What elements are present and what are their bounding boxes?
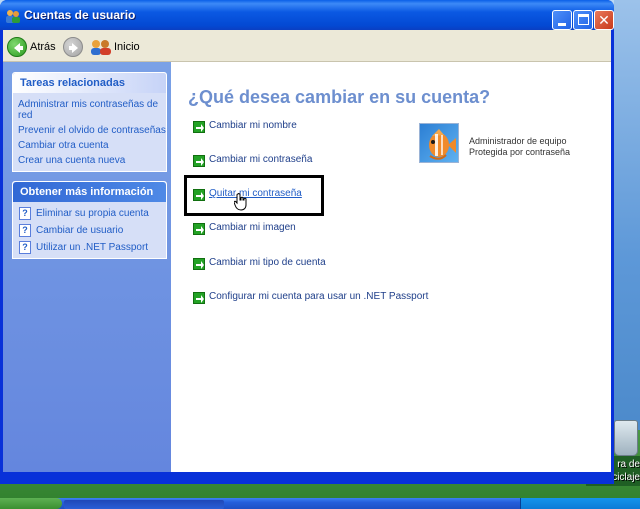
maximize-button[interactable] [573,10,593,30]
green-arrow-icon [193,292,205,304]
account-type-label: Administrador de equipo [469,136,567,146]
task-create-new-account[interactable]: Crear una cuenta nueva [18,155,125,166]
user-accounts-icon [6,10,20,23]
info-item-label: Utilizar un .NET Passport [36,242,149,253]
page-heading: ¿Qué desea cambiar en su cuenta? [188,87,491,107]
option-label: Configurar mi cuenta para usar un .NET P… [209,291,429,302]
option-label: Cambiar mi tipo de cuenta [209,257,326,268]
user-accounts-home-icon[interactable] [90,39,112,55]
toolbar: Atrás Inicio [3,30,611,62]
forward-button[interactable] [63,37,83,57]
info-item-label: Eliminar su propia cuenta [36,208,149,219]
taskbar-window-button[interactable] [64,500,224,509]
minimize-icon [558,23,566,26]
back-label[interactable]: Atrás [30,41,56,53]
maximize-icon [578,14,589,25]
forward-arrow-icon [69,43,78,53]
account-status-label: Protegida por contraseña [469,147,571,157]
more-info-header[interactable]: Obtener más información [13,182,166,202]
user-accounts-window: Cuentas de usuario ✕ Atrás Inicio Tareas… [0,0,614,484]
help-icon: ? [19,207,31,220]
hand-cursor-icon [234,193,247,211]
start-button[interactable] [0,498,62,509]
green-arrow-icon [193,155,205,167]
green-arrow-icon [193,223,205,235]
help-icon: ? [19,241,31,254]
close-button[interactable]: ✕ [594,10,614,30]
desktop-wallpaper-edge [614,0,640,430]
info-item-label: Cambiar de usuario [36,225,124,236]
option-label: Cambiar mi imagen [209,222,296,233]
option-label: Cambiar mi contraseña [209,154,313,165]
back-button[interactable] [7,37,27,57]
fish-icon [429,129,456,160]
recycle-bin-icon[interactable] [614,420,638,456]
title-bar[interactable]: Cuentas de usuario ✕ [0,0,614,30]
home-label[interactable]: Inicio [114,41,140,53]
back-arrow-icon [14,43,23,53]
system-tray [520,498,640,509]
green-arrow-icon [193,258,205,270]
task-prevent-forgotten-password[interactable]: Prevenir el olvido de contraseñas [18,125,166,136]
minimize-button[interactable] [552,10,572,30]
green-arrow-icon [193,121,205,133]
help-icon: ? [19,224,31,237]
task-pane: Tareas relacionadas Administrar mis cont… [3,62,171,472]
related-tasks-box: Tareas relacionadas Administrar mis cont… [12,72,167,172]
highlight-box [184,175,324,216]
option-label: Cambiar mi nombre [209,120,297,131]
task-change-other-account[interactable]: Cambiar otra cuenta [18,140,109,151]
window-title: Cuentas de usuario [24,8,136,22]
more-info-box: Obtener más información ? Eliminar su pr… [12,181,167,259]
related-tasks-header[interactable]: Tareas relacionadas [13,73,166,93]
close-icon: ✕ [598,12,610,28]
main-content: ¿Qué desea cambiar en su cuenta? Cambiar… [171,62,611,472]
task-manage-network-passwords[interactable]: Administrar mis contraseñas de red [18,99,163,121]
user-picture-fish [419,123,459,163]
